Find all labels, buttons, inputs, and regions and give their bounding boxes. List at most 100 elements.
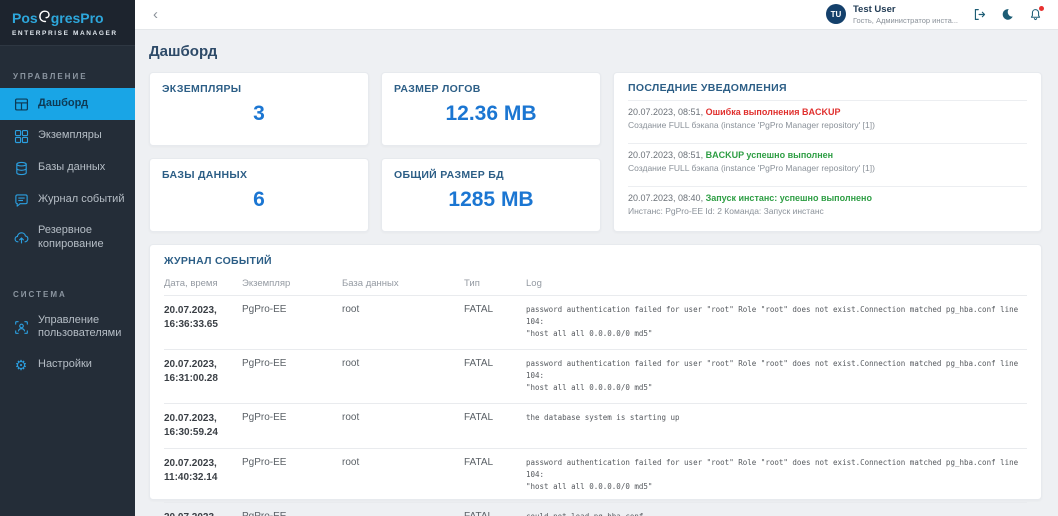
main-area: ‹ TU Test User Гость, Администратор инст… xyxy=(135,0,1058,516)
brand-name: Pos gresPro xyxy=(12,10,123,25)
cell-date: 20.07.2023, xyxy=(164,511,238,516)
page-title: Дашборд xyxy=(149,43,1042,60)
table-row: 20.07.2023,11:38:42.13 PgPro-EE FATAL co… xyxy=(164,503,1027,516)
col-header-database: База данных xyxy=(342,273,464,296)
brand-logo[interactable]: Pos gresPro ENTERPRISE MANAGER xyxy=(0,0,135,46)
cell-database: root xyxy=(342,350,464,404)
cell-database: root xyxy=(342,296,464,350)
sidebar-item-event-log[interactable]: Журнал событий xyxy=(0,184,135,216)
cell-instance: PgPro-EE xyxy=(242,503,342,516)
notification-detail: Создание FULL бэкапа (instance 'PgPro Ma… xyxy=(628,163,1027,173)
cell-time: 16:31:00.28 xyxy=(164,372,238,386)
sidebar-item-user-management[interactable]: Управление пользователями xyxy=(0,306,135,350)
cell-date: 20.07.2023, xyxy=(164,358,238,372)
event-log-title: ЖУРНАЛ СОБЫТИЙ xyxy=(164,255,1027,267)
stat-title: БАЗЫ ДАННЫХ xyxy=(162,169,356,181)
col-header-instance: Экземпляр xyxy=(242,273,342,296)
brand-text-pre: Pos xyxy=(12,11,38,25)
cell-log-line: "host all all 0.0.0.0/0 md5" xyxy=(526,481,1023,493)
sidebar-item-settings[interactable]: ⚙ Настройки xyxy=(0,349,135,381)
notifications-panel: ПОСЛЕДНИЕ УВЕДОМЛЕНИЯ 20.07.2023, 08:51,… xyxy=(613,72,1042,232)
notification-detail: Создание FULL бэкапа (instance 'PgPro Ma… xyxy=(628,120,1027,130)
table-row: 20.07.2023,11:40:32.14 PgPro-EE root FAT… xyxy=(164,449,1027,503)
table-row: 20.07.2023,16:30:59.24 PgPro-EE root FAT… xyxy=(164,404,1027,449)
stat-card-total-db-size: ОБЩИЙ РАЗМЕР БД 1285 MB xyxy=(381,158,601,232)
notification-detail: Инстанс: PgPro-EE Id: 2 Команда: Запуск … xyxy=(628,206,1027,216)
cell-time: 16:30:59.24 xyxy=(164,426,238,440)
table-row: 20.07.2023,16:36:33.65 PgPro-EE root FAT… xyxy=(164,296,1027,350)
sidebar-item-backup[interactable]: Резервное копирование xyxy=(0,216,135,260)
cell-type: FATAL xyxy=(464,449,526,503)
sidebar-item-label: Управление пользователями xyxy=(38,314,127,342)
sidebar-item-dashboard[interactable]: Дашборд xyxy=(0,88,135,120)
cell-type: FATAL xyxy=(464,350,526,404)
col-header-datetime: Дата, время xyxy=(164,273,242,296)
settings-gear-icon: ⚙ xyxy=(13,357,29,373)
sidebar-item-label: Журнал событий xyxy=(38,193,124,207)
stat-card-log-size: РАЗМЕР ЛОГОВ 12.36 MB xyxy=(381,72,601,146)
notification-item: 20.07.2023, 08:51, BACKUP успешно выполн… xyxy=(628,143,1027,180)
user-role: Гость, Администратор инста... xyxy=(853,16,958,25)
sidebar-item-label: Дашборд xyxy=(38,97,88,111)
stat-title: ОБЩИЙ РАЗМЕР БД xyxy=(394,169,588,181)
stat-title: ЭКЗЕМПЛЯРЫ xyxy=(162,83,356,95)
databases-icon xyxy=(13,160,29,176)
nav-section-management: УПРАВЛЕНИЕ xyxy=(13,72,122,81)
notification-item: 20.07.2023, 08:40, Запуск инстанс: успеш… xyxy=(628,186,1027,223)
logout-icon[interactable] xyxy=(973,8,986,21)
notification-time: 20.07.2023, 08:51, xyxy=(628,107,703,117)
event-log-panel: ЖУРНАЛ СОБЫТИЙ Дата, время Экземпляр Баз… xyxy=(149,244,1042,500)
notifications-bell-icon[interactable] xyxy=(1029,8,1042,21)
backup-icon xyxy=(13,230,29,246)
content: Дашборд ЭКЗЕМПЛЯРЫ 3 РАЗМЕР ЛОГОВ 12.36 … xyxy=(135,30,1058,516)
cell-type: FATAL xyxy=(464,503,526,516)
sidebar-item-label: Экземпляры xyxy=(38,129,102,143)
user-name: Test User xyxy=(853,4,958,15)
elephant-logo-icon xyxy=(39,10,50,25)
sidebar-item-label: Базы данных xyxy=(38,161,105,175)
notification-status: Ошибка выполнения BACKUP xyxy=(706,107,841,117)
brand-subtitle: ENTERPRISE MANAGER xyxy=(12,30,123,37)
notification-status: Запуск инстанс: успешно выполнено xyxy=(706,193,872,203)
sidebar-item-databases[interactable]: Базы данных xyxy=(0,152,135,184)
col-header-type: Тип xyxy=(464,273,526,296)
cell-log-line: password authentication failed for user … xyxy=(526,304,1023,328)
dashboard-icon xyxy=(13,96,29,112)
stat-value: 3 xyxy=(162,102,356,126)
event-log-table: Дата, время Экземпляр База данных Тип Lo… xyxy=(164,273,1027,516)
cell-log-line: the database system is starting up xyxy=(526,412,1023,424)
cell-log-line: "host all all 0.0.0.0/0 md5" xyxy=(526,382,1023,394)
cell-log-line: could not load pg_hba.conf xyxy=(526,511,1023,516)
cell-database xyxy=(342,503,464,516)
cell-log-line: password authentication failed for user … xyxy=(526,358,1023,382)
dark-mode-moon-icon[interactable] xyxy=(1001,8,1014,21)
cell-time: 16:36:33.65 xyxy=(164,318,238,332)
notification-status: BACKUP успешно выполнен xyxy=(706,150,834,160)
cell-date: 20.07.2023, xyxy=(164,304,238,318)
sidebar-item-instances[interactable]: Экземпляры xyxy=(0,120,135,152)
stat-title: РАЗМЕР ЛОГОВ xyxy=(394,83,588,95)
topbar: ‹ TU Test User Гость, Администратор инст… xyxy=(135,0,1058,30)
cell-instance: PgPro-EE xyxy=(242,449,342,503)
back-button[interactable]: ‹ xyxy=(149,7,162,22)
nav-section-system: СИСТЕМА xyxy=(13,290,122,299)
avatar[interactable]: TU xyxy=(826,4,846,24)
users-icon xyxy=(13,319,29,335)
table-row: 20.07.2023,16:31:00.28 PgPro-EE root FAT… xyxy=(164,350,1027,404)
table-header-row: Дата, время Экземпляр База данных Тип Lo… xyxy=(164,273,1027,296)
cell-instance: PgPro-EE xyxy=(242,404,342,449)
cell-time: 11:40:32.14 xyxy=(164,471,238,485)
cell-log-line: password authentication failed for user … xyxy=(526,457,1023,481)
notification-dot xyxy=(1039,6,1044,11)
cell-type: FATAL xyxy=(464,296,526,350)
sidebar-item-label: Резервное копирование xyxy=(38,224,127,252)
cell-date: 20.07.2023, xyxy=(164,412,238,426)
notifications-title: ПОСЛЕДНИЕ УВЕДОМЛЕНИЯ xyxy=(628,82,1027,94)
cell-database: root xyxy=(342,404,464,449)
stat-card-instances: ЭКЗЕМПЛЯРЫ 3 xyxy=(149,72,369,146)
instances-icon xyxy=(13,128,29,144)
stats-grid: ЭКЗЕМПЛЯРЫ 3 РАЗМЕР ЛОГОВ 12.36 MB БАЗЫ … xyxy=(149,72,601,232)
event-log-icon xyxy=(13,192,29,208)
user-menu[interactable]: TU Test User Гость, Администратор инста.… xyxy=(826,4,958,24)
cell-instance: PgPro-EE xyxy=(242,350,342,404)
